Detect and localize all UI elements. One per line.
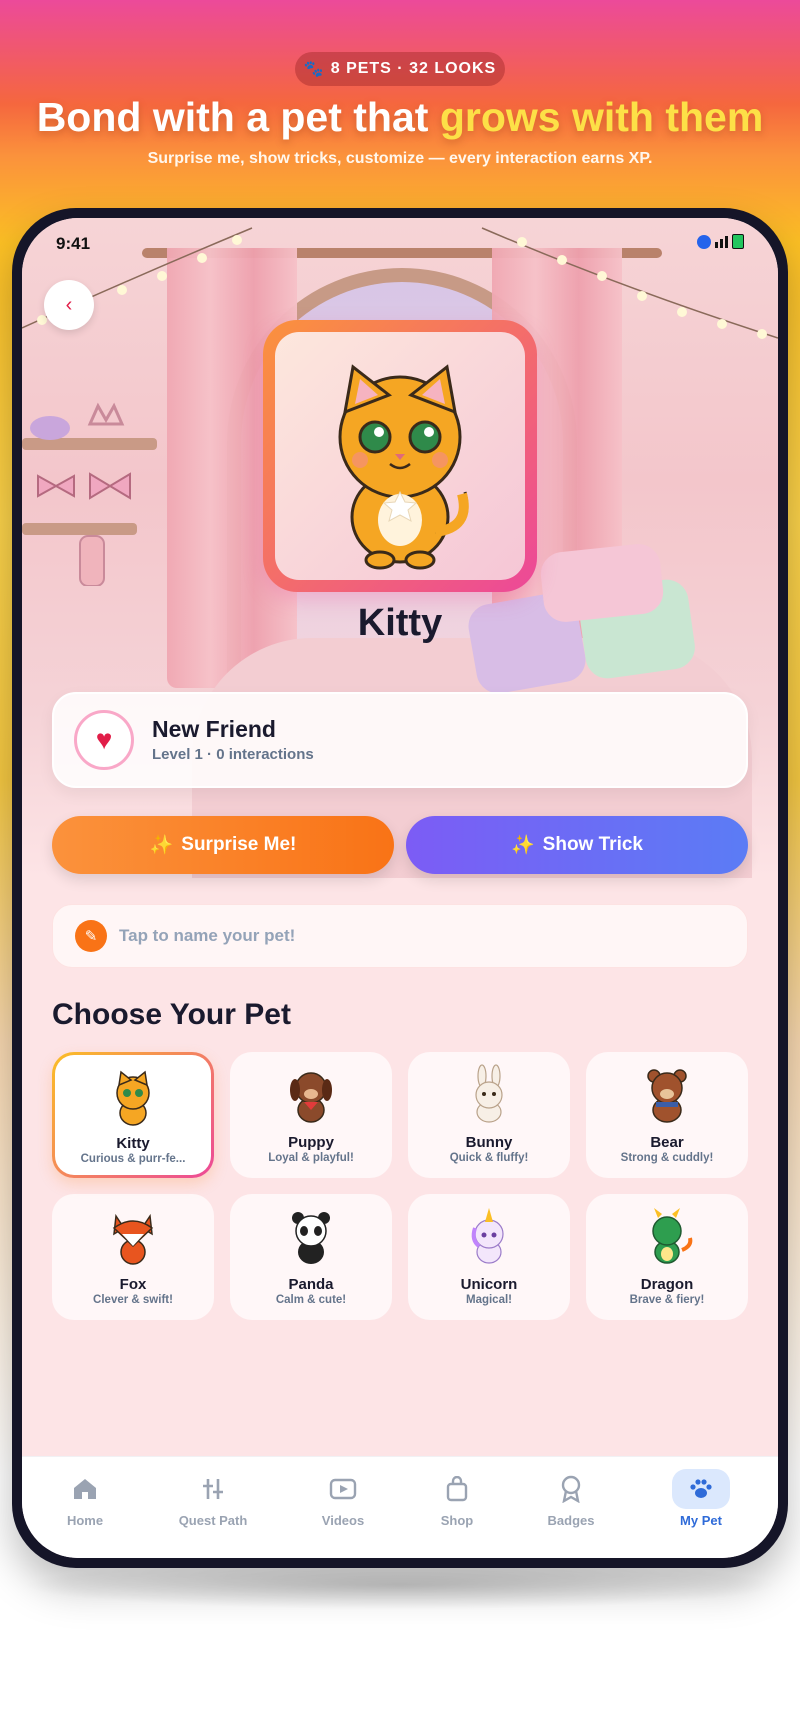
- location-icon: [697, 234, 711, 249]
- pet-portrait-frame[interactable]: [263, 320, 537, 592]
- pet-name-field[interactable]: ✎: [52, 904, 748, 968]
- pet-card-desc: Loyal & playful!: [268, 1152, 354, 1164]
- tab-videos[interactable]: Videos: [288, 1469, 398, 1528]
- bond-status-card: ♥ New Friend Level 1 · 0 interactions: [52, 692, 748, 788]
- puppy-icon: [290, 1072, 332, 1123]
- pet-card-dragon[interactable]: Dragon Brave & fiery!: [586, 1194, 748, 1320]
- signal-icon: [715, 235, 728, 248]
- pet-card-desc: Magical!: [465, 1294, 512, 1306]
- badge-icon: [546, 1469, 596, 1509]
- video-icon: [318, 1469, 368, 1509]
- show-trick-button[interactable]: ✨ Show Trick: [406, 816, 748, 874]
- promo-headline: Bond with a pet that grows with them: [0, 94, 800, 141]
- pet-card-name: Unicorn: [460, 1276, 518, 1293]
- show-trick-label: Show Trick: [542, 834, 643, 855]
- pet-card-panda[interactable]: Panda Calm & cute!: [230, 1194, 392, 1320]
- headline-text: Bond with a pet that: [36, 94, 440, 140]
- sparkle-icon: ✨: [511, 835, 535, 856]
- pet-card-name: Fox: [119, 1276, 147, 1293]
- tab-label: Videos: [321, 1513, 365, 1528]
- pet-name: Kitty: [357, 602, 443, 644]
- pet-card-kitty[interactable]: Kitty Curious & purr-fe...: [52, 1052, 214, 1178]
- tab-label: Shop: [440, 1513, 474, 1528]
- shelf-decor-illustration: [30, 402, 131, 586]
- promo-header: 🐾 8 PETS · 32 LOOKS Bond with a pet that…: [0, 0, 800, 200]
- bear-icon: [647, 1069, 687, 1123]
- tab-home[interactable]: Home: [30, 1469, 140, 1528]
- bond-title: New Friend: [152, 716, 276, 742]
- status-icons: [697, 234, 744, 249]
- promo-badge: 🐾 8 PETS · 32 LOOKS: [295, 52, 505, 86]
- tab-label: Badges: [547, 1513, 595, 1528]
- pet-card-name: Bear: [650, 1134, 684, 1151]
- promo-badge-label: 8 PETS · 32 LOOKS: [330, 60, 497, 77]
- battery-icon: [732, 234, 744, 249]
- pet-card-desc: Brave & fiery!: [629, 1294, 705, 1306]
- quest-path-icon: [188, 1469, 238, 1509]
- status-time: 9:41: [56, 234, 91, 253]
- shopping-bag-icon: [432, 1469, 482, 1509]
- headline-highlight: grows with them: [439, 94, 764, 140]
- pet-card-puppy[interactable]: Puppy Loyal & playful!: [230, 1052, 392, 1178]
- pet-card-bear[interactable]: Bear Strong & cuddly!: [586, 1052, 748, 1178]
- cat-icon: [116, 1070, 150, 1126]
- pet-card-name: Puppy: [288, 1134, 334, 1151]
- sparkle-icon: ✨: [149, 835, 174, 856]
- paw-icon: 🐾: [303, 61, 325, 78]
- pet-card-desc: Quick & fluffy!: [449, 1152, 529, 1164]
- pet-card-desc: Clever & swift!: [93, 1294, 173, 1306]
- pet-card-name: Panda: [288, 1276, 334, 1293]
- dragon-icon: [652, 1208, 693, 1264]
- bottom-tab-bar: Home Quest Path Videos Shop Badges My Pe…: [22, 1456, 778, 1558]
- surprise-me-label: Surprise Me!: [181, 834, 297, 855]
- tab-quest-path[interactable]: Quest Path: [158, 1469, 268, 1528]
- pet-card-desc: Strong & cuddly!: [620, 1152, 714, 1164]
- pet-card-name: Kitty: [116, 1135, 150, 1152]
- tab-badges[interactable]: Badges: [516, 1469, 626, 1528]
- pet-card-name: Bunny: [465, 1134, 513, 1151]
- pet-card-desc: Curious & purr-fe...: [80, 1153, 186, 1165]
- tab-my-pet[interactable]: My Pet: [646, 1469, 756, 1528]
- home-icon: [60, 1469, 110, 1509]
- pet-card-desc: Calm & cute!: [275, 1294, 347, 1306]
- bunny-icon: [475, 1064, 503, 1123]
- tab-shop[interactable]: Shop: [402, 1469, 512, 1528]
- app-screen: 9:41 ‹ Kitty ♥ New Friend Level 1 · 0 in…: [22, 218, 778, 1558]
- pet-card-name: Dragon: [640, 1276, 694, 1293]
- paw-icon: [672, 1469, 730, 1509]
- pet-name-input[interactable]: [119, 926, 679, 946]
- pet-portrait: [275, 332, 525, 580]
- chevron-left-icon: ‹: [65, 293, 73, 316]
- panda-icon: [292, 1212, 330, 1264]
- promo-subtitle: Surprise me, show tricks, customize — ev…: [147, 150, 653, 167]
- choose-pet-title: Choose Your Pet: [52, 998, 291, 1031]
- tab-label: Quest Path: [178, 1513, 248, 1528]
- cat-illustration: [338, 364, 469, 570]
- back-button[interactable]: ‹: [44, 280, 94, 330]
- unicorn-icon: [471, 1208, 504, 1264]
- tab-label: Home: [66, 1513, 104, 1528]
- pencil-icon: ✎: [75, 920, 107, 952]
- status-bar: 9:41: [22, 218, 778, 268]
- heart-icon: ♥: [74, 710, 134, 770]
- fox-icon: [112, 1213, 154, 1265]
- pet-grid: Kitty Curious & purr-fe... Puppy Loyal &…: [52, 1052, 748, 1320]
- bond-subtitle: Level 1 · 0 interactions: [152, 746, 314, 763]
- pet-card-unicorn[interactable]: Unicorn Magical!: [408, 1194, 570, 1320]
- pet-card-fox[interactable]: Fox Clever & swift!: [52, 1194, 214, 1320]
- tab-label: My Pet: [680, 1513, 722, 1528]
- surprise-me-button[interactable]: ✨ Surprise Me!: [52, 816, 394, 874]
- pet-card-bunny[interactable]: Bunny Quick & fluffy!: [408, 1052, 570, 1178]
